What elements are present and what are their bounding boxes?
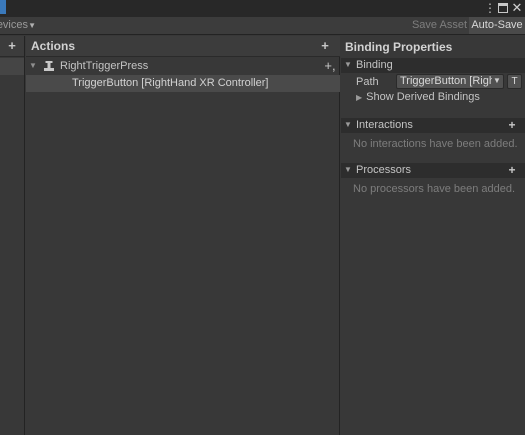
- processors-section-header[interactable]: ▼ Processors +: [341, 163, 525, 178]
- window-title-bar: ⋮ ✕: [0, 0, 525, 17]
- path-value: TriggerButton [RightHand XR Controller]: [400, 75, 492, 87]
- add-processor-icon[interactable]: +: [506, 163, 518, 177]
- binding-section-title: Binding: [356, 59, 393, 71]
- triangle-icon: ▶: [356, 93, 363, 102]
- auto-save-toggle[interactable]: Auto-Save: [469, 17, 525, 34]
- action-maps-header: +: [0, 36, 24, 57]
- path-label: Path: [356, 76, 379, 88]
- save-asset-button[interactable]: Save Asset: [411, 17, 468, 34]
- close-icon[interactable]: ✕: [511, 1, 523, 15]
- binding-item[interactable]: TriggerButton [RightHand XR Controller]: [26, 75, 340, 92]
- processors-section-title: Processors: [356, 164, 412, 176]
- add-binding-icon[interactable]: +,: [323, 59, 337, 73]
- text-mode-button[interactable]: T: [507, 74, 522, 89]
- processors-empty-text: No processors have been added.: [353, 183, 516, 195]
- devices-dropdown[interactable]: Devices ▼: [0, 17, 38, 34]
- toolbar: Devices ▼ Save Asset Auto-Save: [0, 17, 525, 35]
- button-action-icon: [44, 61, 54, 71]
- binding-properties-title: Binding Properties: [345, 40, 453, 54]
- kebab-icon[interactable]: ⋮: [484, 2, 496, 15]
- devices-label: Devices: [0, 19, 28, 31]
- action-maps-panel: +: [0, 36, 25, 435]
- actions-panel: Actions + ▼ RightTriggerPress +, Trigger…: [26, 36, 340, 435]
- actions-title: Actions: [31, 39, 76, 53]
- action-item[interactable]: ▼ RightTriggerPress +,: [26, 58, 340, 75]
- actions-header: Actions +: [26, 36, 340, 57]
- triangle-icon: ▼: [344, 60, 352, 69]
- action-map-row-selected[interactable]: [0, 58, 24, 75]
- path-dropdown[interactable]: TriggerButton [RightHand XR Controller] …: [396, 74, 504, 89]
- add-interaction-icon[interactable]: +: [506, 118, 518, 132]
- chevron-down-icon: ▼: [493, 76, 501, 85]
- binding-label: TriggerButton [RightHand XR Controller]: [72, 77, 269, 89]
- show-derived-label: Show Derived Bindings: [366, 91, 480, 103]
- add-action-icon[interactable]: +: [319, 39, 331, 53]
- maximize-icon[interactable]: [498, 3, 508, 13]
- action-label: RightTriggerPress: [60, 60, 149, 72]
- interactions-empty-text: No interactions have been added.: [353, 138, 518, 150]
- add-action-map-icon[interactable]: +: [6, 39, 18, 53]
- interactions-section-title: Interactions: [356, 119, 413, 131]
- binding-properties-panel: Binding Properties ▼ Binding Path Trigge…: [341, 36, 525, 435]
- triangle-icon: ▼: [344, 120, 352, 129]
- chevron-down-icon: ▼: [28, 21, 36, 30]
- triangle-icon: ▼: [344, 165, 352, 174]
- window-tab-accent[interactable]: [0, 0, 6, 14]
- triangle-icon[interactable]: ▼: [29, 61, 37, 70]
- interactions-section-header[interactable]: ▼ Interactions +: [341, 118, 525, 133]
- binding-section-header[interactable]: ▼ Binding: [341, 58, 525, 73]
- show-derived-bindings-foldout[interactable]: ▶ Show Derived Bindings: [356, 91, 480, 103]
